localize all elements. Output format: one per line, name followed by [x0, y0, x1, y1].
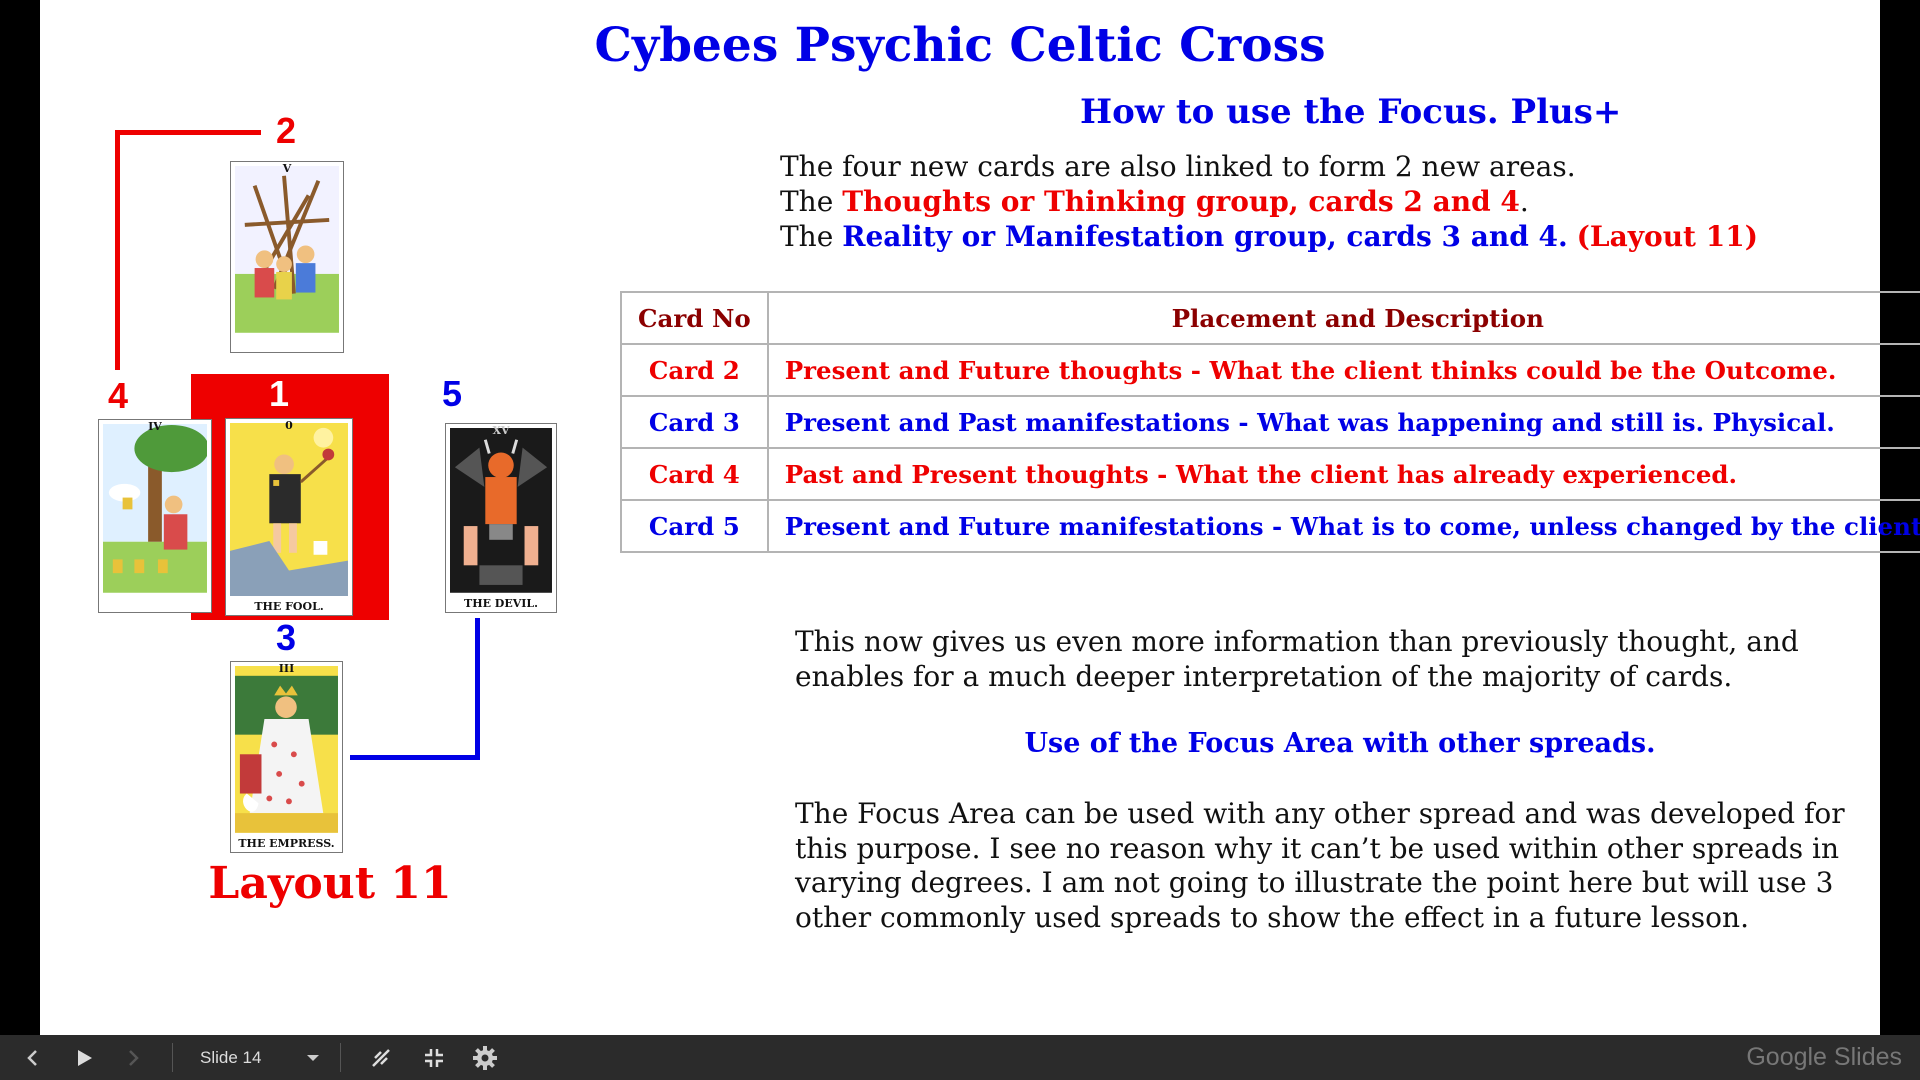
tarot-card-the-devil: XV THE DEVIL.: [445, 423, 557, 613]
table-cell-card: Card 4: [620, 447, 769, 501]
chevron-left-icon: [27, 1049, 37, 1066]
header-card-no: Card No: [620, 291, 769, 345]
intro-line-2: The Thoughts or Thinking group, cards 2 …: [780, 185, 1529, 218]
card-numeral: XV: [492, 424, 510, 437]
card-caption-devil: THE DEVIL.: [464, 597, 538, 610]
tarot-card-five-of-wands: V: [230, 161, 344, 353]
chevron-right-icon: [129, 1049, 139, 1066]
card-numeral: IV: [148, 420, 162, 433]
intro-line-3-prefix: The: [780, 220, 843, 253]
tarot-card-the-empress: III THE EMPRESS.: [230, 661, 343, 853]
toolbar-divider: [340, 1043, 341, 1072]
table-cell-card: Card 2: [620, 343, 769, 397]
intro-line-2-suffix: .: [1519, 185, 1529, 218]
the-empress-art: [235, 666, 338, 833]
position-number-4: 4: [108, 375, 129, 416]
intro-line-3: The Reality or Manifestation group, card…: [780, 220, 1758, 253]
gear-icon: [473, 1045, 497, 1070]
laser-pointer-icon: [372, 1048, 390, 1067]
tarot-card-the-fool: 0 THE FOOL.: [225, 418, 353, 616]
layout-reference: (Layout 11): [1576, 220, 1758, 253]
position-number-2: 2: [276, 110, 297, 151]
connector-line-red-vertical: [115, 130, 120, 370]
slide-selector[interactable]: Slide 14: [186, 1035, 326, 1080]
placement-table: Card No Placement and Description Card 2…: [620, 291, 1920, 553]
table-row: Card 5 Present and Future manifestations…: [620, 499, 1920, 553]
table-cell-description: Past and Present thoughts - What the cli…: [766, 447, 1920, 501]
table-row: Card 2 Present and Future thoughts - Wha…: [620, 343, 1920, 397]
slide-subtitle: How to use the Focus. Plus+: [1080, 92, 1622, 132]
table-header-row: Card No Placement and Description: [620, 291, 1920, 345]
play-button[interactable]: [64, 1035, 104, 1080]
connector-line-red-horizontal: [115, 130, 261, 135]
header-placement: Placement and Description: [766, 291, 1920, 345]
table-cell-card: Card 3: [620, 395, 769, 449]
table-row: Card 3 Present and Past manifestations -…: [620, 395, 1920, 449]
dropdown-arrow-icon: [307, 1054, 319, 1061]
four-of-cups-art: [103, 424, 207, 593]
position-number-5: 5: [442, 373, 463, 414]
exit-fullscreen-icon: [425, 1048, 443, 1067]
tarot-card-four-of-cups: IV: [98, 419, 212, 613]
table-cell-description: Present and Future thoughts - What the c…: [766, 343, 1920, 397]
next-slide-button[interactable]: [116, 1035, 152, 1080]
table-cell-description: Present and Future manifestations - What…: [766, 499, 1920, 553]
google-slides-logo: Google Slides: [1746, 1043, 1902, 1071]
the-devil-art: [450, 428, 552, 593]
table-cell-card: Card 5: [620, 499, 769, 553]
five-of-wands-art: [235, 166, 339, 333]
focus-area-heading: Use of the Focus Area with other spreads…: [1024, 728, 1656, 759]
card-caption-empress: THE EMPRESS.: [238, 837, 335, 850]
connector-line-blue-horizontal: [350, 755, 480, 760]
exit-fullscreen-button[interactable]: [415, 1035, 453, 1080]
position-number-3: 3: [276, 617, 297, 658]
settings-button[interactable]: [466, 1035, 504, 1080]
table-row: Card 4 Past and Present thoughts - What …: [620, 447, 1920, 501]
card-caption-fool: THE FOOL.: [254, 600, 324, 613]
play-icon: [78, 1049, 92, 1066]
card-numeral: V: [282, 162, 292, 175]
intro-line-2-prefix: The: [780, 185, 843, 218]
reality-group-text: Reality or Manifestation group, cards 3 …: [842, 220, 1568, 253]
slide-title: Cybees Psychic Celtic Cross: [594, 18, 1326, 73]
paragraph-more-information: This now gives us even more information …: [795, 625, 1799, 693]
connector-line-blue-vertical: [475, 618, 480, 760]
slide-canvas: Cybees Psychic Celtic Cross How to use t…: [40, 0, 1920, 1035]
laser-pointer-button[interactable]: [362, 1035, 400, 1080]
layout-label: Layout 11: [208, 858, 452, 909]
card-numeral: III: [278, 662, 295, 675]
paragraph-focus-area: The Focus Area can be used with any othe…: [795, 797, 1845, 934]
intro-line-1: The four new cards are also linked to fo…: [780, 150, 1576, 183]
thoughts-group-text: Thoughts or Thinking group, cards 2 and …: [842, 185, 1520, 218]
previous-slide-button[interactable]: [14, 1035, 50, 1080]
table-cell-description: Present and Past manifestations - What w…: [766, 395, 1920, 449]
card-numeral: 0: [285, 419, 293, 432]
the-fool-art: [230, 423, 348, 597]
slide-label: Slide 14: [200, 1047, 262, 1067]
presentation-toolbar: Slide 14 Google Slides: [0, 1035, 1920, 1080]
toolbar-divider: [172, 1043, 173, 1072]
position-number-1: 1: [269, 373, 290, 414]
